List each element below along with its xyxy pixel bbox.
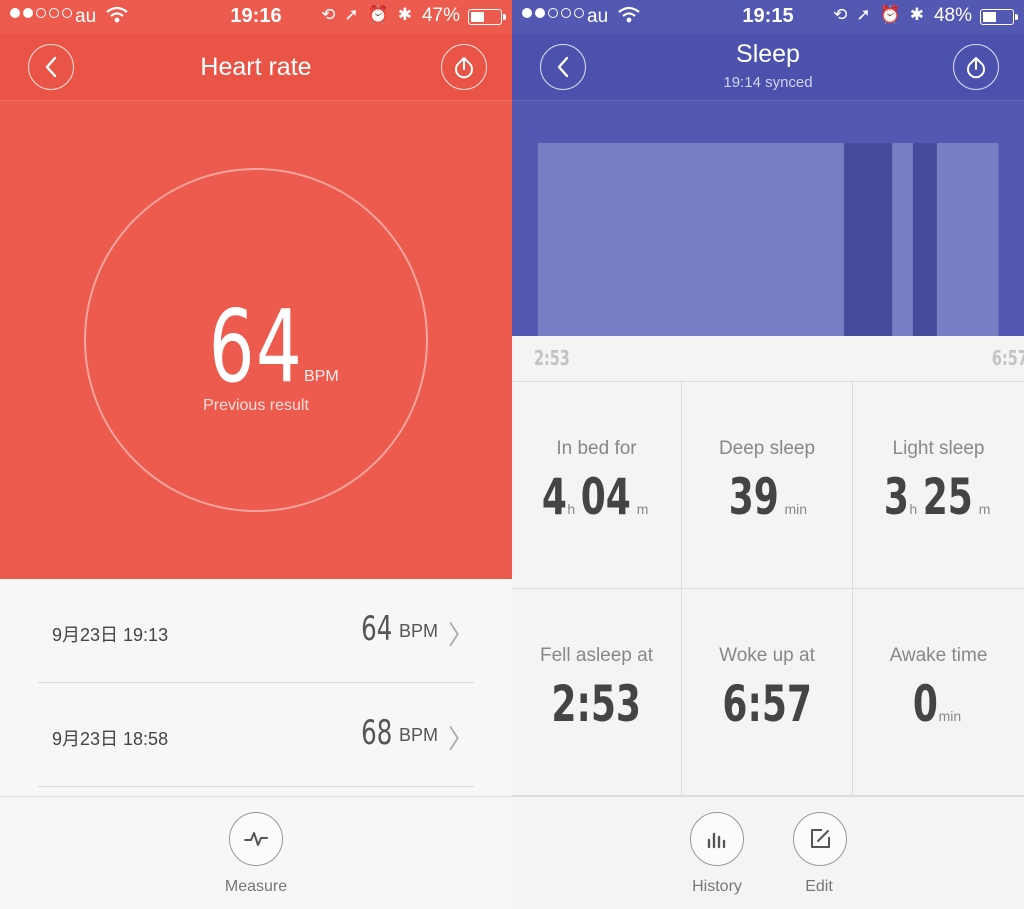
- stat-minutes-unit: m: [636, 501, 649, 517]
- stat-light-sleep: Light sleep 3h 25 m: [853, 382, 1024, 589]
- share-button[interactable]: [953, 44, 999, 90]
- heart-rate-unit: BPM: [304, 368, 339, 385]
- share-button[interactable]: [441, 44, 487, 90]
- alarm-icon: ⏰: [879, 5, 901, 24]
- stat-woke-up: Woke up at 6:57: [682, 589, 853, 796]
- bottom-toolbar: Measure: [0, 796, 512, 909]
- battery-icon: [468, 9, 506, 25]
- stat-in-bed: In bed for 4h 04 m: [512, 382, 682, 589]
- record-date: 9月23日 19:13: [52, 625, 169, 645]
- page-title: Heart rate: [200, 53, 312, 81]
- bar-chart-icon: [707, 832, 726, 849]
- pulse-icon: [244, 832, 268, 846]
- edit-button[interactable]: [793, 812, 847, 866]
- heart-rate-value: 64: [208, 288, 304, 405]
- sleep-screen: au 19:15 ⟲ ➚ ⏰ ✱ 48% Sleep 19:14 synced: [512, 0, 1024, 909]
- stat-label: In bed for: [556, 438, 637, 459]
- bluetooth-icon: ✱: [909, 5, 924, 24]
- stat-label: Light sleep: [892, 438, 985, 459]
- nav-header: Heart rate: [0, 34, 512, 101]
- stat-fell-asleep: Fell asleep at 2:53: [512, 589, 682, 796]
- stat-awake-time: Awake time 0min: [853, 589, 1024, 796]
- sleep-stage-chart: [538, 143, 999, 336]
- record-unit: BPM: [398, 621, 438, 641]
- history-label: History: [692, 878, 742, 895]
- status-bar: au 19:16 ⟲ ➚ ⏰ ✱ 47%: [0, 0, 512, 34]
- battery-icon: [980, 9, 1018, 25]
- alarm-icon: ⏰: [367, 5, 389, 24]
- sync-status: 19:14 synced: [723, 74, 813, 91]
- stat-minutes-unit: m: [978, 501, 991, 517]
- sleep-segment-light: [538, 143, 845, 336]
- stat-value: 39: [728, 468, 779, 526]
- chevron-right-icon: 〉: [447, 724, 474, 754]
- axis-start-time: 2:53: [534, 346, 570, 370]
- previous-result-label: Previous result: [203, 397, 309, 414]
- record-value: 68: [360, 713, 392, 753]
- stat-hours-unit: h: [567, 501, 576, 517]
- stat-minutes: 04: [580, 468, 632, 526]
- bluetooth-icon: ✱: [397, 5, 412, 24]
- battery-percent: 47%: [421, 5, 460, 26]
- sleep-time-axis: 2:53 6:57: [512, 336, 1024, 382]
- sleep-segment-deep: [912, 143, 938, 336]
- sleep-hero: au 19:15 ⟲ ➚ ⏰ ✱ 48% Sleep 19:14 synced: [512, 0, 1024, 336]
- sleep-stats-grid: In bed for 4h 04 m Deep sleep 39 min Light …: [512, 382, 1024, 796]
- measure-button[interactable]: [229, 812, 283, 866]
- stat-value: 2:53: [551, 675, 642, 733]
- list-item[interactable]: 9月23日 18:58 68 BPM 〉: [38, 683, 474, 787]
- page-title: Sleep: [736, 40, 800, 68]
- stat-label: Woke up at: [719, 645, 815, 666]
- stat-value: 0: [912, 675, 938, 733]
- stat-hours: 3: [883, 468, 909, 526]
- sleep-segment-deep: [843, 143, 893, 336]
- sleep-segment-light: [892, 143, 914, 336]
- location-icon: ➚: [856, 5, 871, 24]
- rotation-lock-icon: ⟲: [321, 5, 336, 24]
- stat-hours-unit: h: [909, 501, 918, 517]
- list-item[interactable]: 9月23日 19:13 64 BPM 〉: [38, 579, 474, 683]
- upload-icon: [455, 57, 473, 79]
- upload-icon: [967, 57, 985, 79]
- record-value: 64: [360, 609, 392, 649]
- stat-unit: min: [938, 708, 962, 724]
- nav-header: Sleep 19:14 synced: [512, 34, 1024, 101]
- battery-percent: 48%: [933, 5, 972, 26]
- location-icon: ➚: [344, 5, 359, 24]
- stat-value: 6:57: [722, 675, 812, 733]
- edit-label: Edit: [805, 878, 833, 895]
- stat-deep-sleep: Deep sleep 39 min: [682, 382, 853, 589]
- heart-rate-hero: au 19:16 ⟲ ➚ ⏰ ✱ 47% Heart rate 64 BPM P…: [0, 0, 512, 579]
- chevron-right-icon: 〉: [447, 620, 474, 650]
- stat-label: Awake time: [889, 645, 988, 666]
- heart-rate-screen: au 19:16 ⟲ ➚ ⏰ ✱ 47% Heart rate 64 BPM P…: [0, 0, 512, 909]
- record-date: 9月23日 18:58: [52, 729, 169, 749]
- rotation-lock-icon: ⟲: [833, 5, 848, 24]
- status-icons: ⟲ ➚ ⏰ ✱: [321, 5, 412, 25]
- bottom-toolbar: History Edit: [512, 796, 1024, 909]
- status-bar: au 19:15 ⟲ ➚ ⏰ ✱ 48%: [512, 0, 1024, 34]
- stat-label: Fell asleep at: [539, 645, 653, 666]
- stat-label: Deep sleep: [718, 438, 816, 459]
- history-button[interactable]: [690, 812, 744, 866]
- axis-end-time: 6:57: [992, 346, 1024, 370]
- stat-hours: 4: [541, 468, 567, 526]
- stat-minutes: 25: [922, 468, 974, 526]
- sleep-segment-light: [936, 143, 999, 336]
- record-unit: BPM: [398, 725, 438, 745]
- status-icons: ⟲ ➚ ⏰ ✱: [833, 5, 924, 25]
- stat-unit: min: [784, 501, 808, 517]
- edit-icon: [811, 829, 830, 848]
- measure-label: Measure: [224, 878, 288, 895]
